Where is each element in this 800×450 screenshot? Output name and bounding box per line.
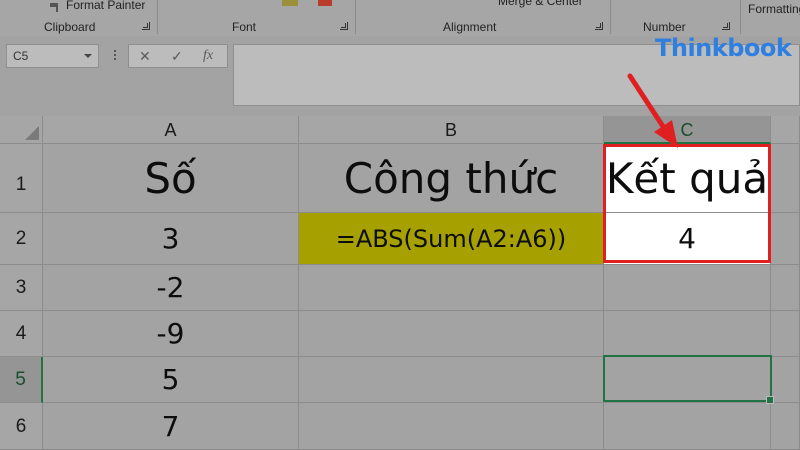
cell-c3[interactable] xyxy=(604,265,771,311)
annotation-arrow-icon xyxy=(627,73,678,148)
row-header-6[interactable]: 6 xyxy=(0,403,43,450)
active-cell-selection xyxy=(603,355,774,404)
cell-a5[interactable]: 5 xyxy=(43,357,299,403)
cell-d2[interactable] xyxy=(771,213,800,265)
ribbon-separator xyxy=(157,0,158,34)
font-group-label: Font xyxy=(232,20,257,34)
column-header-a[interactable]: A xyxy=(43,116,299,144)
cell-b5[interactable] xyxy=(299,357,604,403)
ribbon-separator xyxy=(355,0,356,34)
cell-a4[interactable]: -9 xyxy=(43,311,299,357)
cell-c2[interactable]: 4 xyxy=(604,213,771,265)
row-header-3[interactable]: 3 xyxy=(0,265,43,311)
font-launcher-icon[interactable] xyxy=(340,22,348,30)
cell-d3[interactable] xyxy=(771,265,800,311)
cell-d6[interactable] xyxy=(771,403,800,450)
format-painter-icon[interactable] xyxy=(50,0,62,12)
cell-b1[interactable]: Công thức xyxy=(299,144,604,213)
cell-b6[interactable] xyxy=(299,403,604,450)
row-header-4[interactable]: 4 xyxy=(0,311,43,357)
cell-a2[interactable]: 3 xyxy=(43,213,299,265)
row-header-5[interactable]: 5 xyxy=(0,357,43,403)
formula-buttons: ✕ ✓ fx xyxy=(128,44,228,68)
merge-center-button[interactable]: Merge & Center xyxy=(498,0,583,8)
cell-d5[interactable] xyxy=(771,357,800,403)
fill-handle[interactable] xyxy=(766,396,774,404)
select-all-icon xyxy=(25,126,39,140)
drag-handle-icon[interactable] xyxy=(114,48,117,64)
cell-c6[interactable] xyxy=(604,403,771,450)
row-header-2[interactable]: 2 xyxy=(0,213,43,265)
cell-a3[interactable]: -2 xyxy=(43,265,299,311)
ribbon: Format Painter Clipboard Font Merge & Ce… xyxy=(0,0,800,36)
font-color-icon[interactable] xyxy=(318,0,332,6)
highlight-color-icon[interactable] xyxy=(282,0,298,6)
enter-icon[interactable]: ✓ xyxy=(171,48,183,65)
insert-function-icon[interactable]: fx xyxy=(203,48,213,64)
number-group-label: Number xyxy=(643,20,686,34)
cell-c4[interactable] xyxy=(604,311,771,357)
cell-d1[interactable] xyxy=(771,144,800,213)
cell-a1[interactable]: Số xyxy=(43,144,299,213)
chevron-down-icon[interactable] xyxy=(84,54,92,58)
name-box[interactable]: C5 xyxy=(6,44,99,68)
conditional-formatting-button[interactable]: Formatting xyxy=(748,2,800,16)
thinkbook-logo: Thinkbook xyxy=(655,34,792,62)
alignment-launcher-icon[interactable] xyxy=(595,22,603,30)
row-header-1[interactable]: 1 xyxy=(0,144,43,213)
clipboard-group-label: Clipboard xyxy=(44,20,96,34)
cell-d4[interactable] xyxy=(771,311,800,357)
cancel-icon[interactable]: ✕ xyxy=(139,48,151,65)
cell-b2[interactable]: =ABS(Sum(A2:A6)) xyxy=(299,213,604,265)
column-header-d[interactable] xyxy=(771,116,800,144)
cell-b4[interactable] xyxy=(299,311,604,357)
cell-b3[interactable] xyxy=(299,265,604,311)
ribbon-separator xyxy=(740,0,741,34)
number-launcher-icon[interactable] xyxy=(722,22,730,30)
format-painter-button[interactable]: Format Painter xyxy=(66,0,145,12)
alignment-group-label: Alignment xyxy=(443,20,497,34)
ribbon-separator xyxy=(610,0,611,34)
select-all-button[interactable] xyxy=(0,116,43,144)
clipboard-launcher-icon[interactable] xyxy=(142,22,150,30)
name-box-value: C5 xyxy=(13,49,29,63)
column-header-b[interactable]: B xyxy=(299,116,604,144)
cell-a6[interactable]: 7 xyxy=(43,403,299,450)
